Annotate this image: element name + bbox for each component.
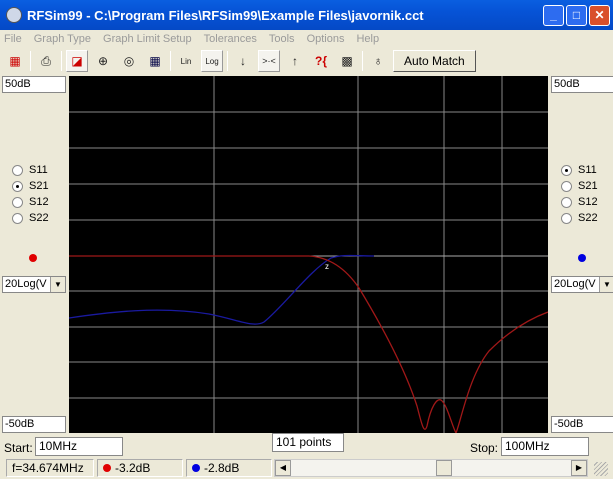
scroll-thumb[interactable] [436, 460, 452, 476]
title-bar: RFSim99 - C:\Program Files\RFSim99\Examp… [0, 0, 613, 30]
frequency-readout: f=34.674MHz [6, 459, 94, 477]
menu-bar: File Graph Type Graph Limit Setup Tolera… [0, 30, 613, 48]
red-readout: -3.2dB [97, 459, 183, 477]
menu-graph-type[interactable]: Graph Type [34, 33, 91, 45]
menu-file[interactable]: File [4, 33, 22, 45]
menu-tolerances[interactable]: Tolerances [204, 33, 257, 45]
radio-s12[interactable]: S12 [561, 194, 598, 210]
menu-options[interactable]: Options [307, 33, 345, 45]
marker-center-icon[interactable]: >·< [258, 50, 280, 72]
arrow-down-icon[interactable]: ↓ [232, 50, 254, 72]
red-trace-dot-icon [29, 254, 37, 262]
bottom-limit-field[interactable]: -50dB [551, 416, 613, 433]
auto-match-button[interactable]: Auto Match [393, 50, 476, 72]
print-icon[interactable]: ⎙ [35, 50, 57, 72]
blue-readout: -2.8dB [186, 459, 272, 477]
menu-tools[interactable]: Tools [269, 33, 295, 45]
radio-s21[interactable]: S21 [561, 178, 598, 194]
blue-dot-icon [192, 464, 200, 472]
right-panel: 50dB S11 S21 S12 S22 20Log(V ▼ -50dB [549, 76, 613, 433]
toolbar: ▦ ⎙ ◪ ⊕ ◎ ▦ Lin Log ↓ >·< ↑ ?{ ▩ ♁ Auto … [0, 48, 613, 74]
window-title: RFSim99 - C:\Program Files\RFSim99\Examp… [27, 7, 424, 23]
start-label: Start: [4, 441, 33, 455]
arrow-up-icon[interactable]: ↑ [284, 50, 306, 72]
resize-grip[interactable] [594, 462, 608, 476]
grid [69, 76, 548, 433]
red-dot-icon [103, 464, 111, 472]
param-radio-group: S11 S21 S12 S22 [12, 162, 49, 226]
menu-graph-limit-setup[interactable]: Graph Limit Setup [103, 33, 192, 45]
scroll-left-button[interactable]: ◀ [275, 460, 291, 476]
separator [30, 51, 31, 71]
graph-area[interactable]: z [68, 76, 549, 435]
scroll-right-button[interactable]: ▶ [571, 460, 587, 476]
marker-icon[interactable]: z [325, 262, 329, 271]
radio-s21[interactable]: S21 [12, 178, 49, 194]
menu-help[interactable]: Help [356, 33, 379, 45]
start-frequency-input[interactable]: 10MHz [35, 437, 123, 456]
format-select[interactable]: 20Log(V ▼ [2, 276, 66, 293]
log-scale-button[interactable]: Log [201, 50, 223, 72]
stop-frequency-input[interactable]: 100MHz [501, 437, 589, 456]
format-select[interactable]: 20Log(V ▼ [551, 276, 613, 293]
bottom-limit-field[interactable]: -50dB [2, 416, 66, 433]
tune-icon[interactable]: ♁ [367, 50, 389, 72]
separator [362, 51, 363, 71]
left-panel: 50dB S11 S21 S12 S22 20Log(V ▼ -50dB [0, 76, 68, 433]
chevron-down-icon: ▼ [599, 277, 613, 292]
top-limit-field[interactable]: 50dB [2, 76, 66, 93]
separator [227, 51, 228, 71]
radio-s11[interactable]: S11 [561, 162, 598, 178]
radio-s22[interactable]: S22 [561, 210, 598, 226]
radio-s11[interactable]: S11 [12, 162, 49, 178]
help-context-icon[interactable]: ?{ [310, 50, 332, 72]
top-limit-field[interactable]: 50dB [551, 76, 613, 93]
radio-s12[interactable]: S12 [12, 194, 49, 210]
separator [61, 51, 62, 71]
stop-label: Stop: [470, 441, 499, 455]
red-trace [69, 255, 549, 435]
smith-chart-icon[interactable]: ⊕ [92, 50, 114, 72]
frequency-scrollbar[interactable]: ◀ ▶ [274, 459, 588, 477]
close-button[interactable]: ✕ [589, 5, 610, 26]
table-icon[interactable]: ▦ [144, 50, 166, 72]
separator [170, 51, 171, 71]
blue-trace-dot-icon [578, 254, 586, 262]
schematic-icon[interactable]: ▦ [4, 50, 26, 72]
lin-scale-button[interactable]: Lin [175, 50, 197, 72]
maximize-button[interactable]: □ [566, 5, 587, 26]
rect-graph-icon[interactable]: ◪ [66, 50, 88, 72]
radio-s22[interactable]: S22 [12, 210, 49, 226]
param-radio-group: S11 S21 S12 S22 [561, 162, 598, 226]
chevron-down-icon: ▼ [50, 277, 65, 292]
polar-chart-icon[interactable]: ◎ [118, 50, 140, 72]
tolerance-icon[interactable]: ▩ [336, 50, 358, 72]
points-input[interactable]: 101 points [272, 433, 344, 452]
minimize-button[interactable]: _ [543, 5, 564, 26]
app-icon [6, 7, 22, 23]
